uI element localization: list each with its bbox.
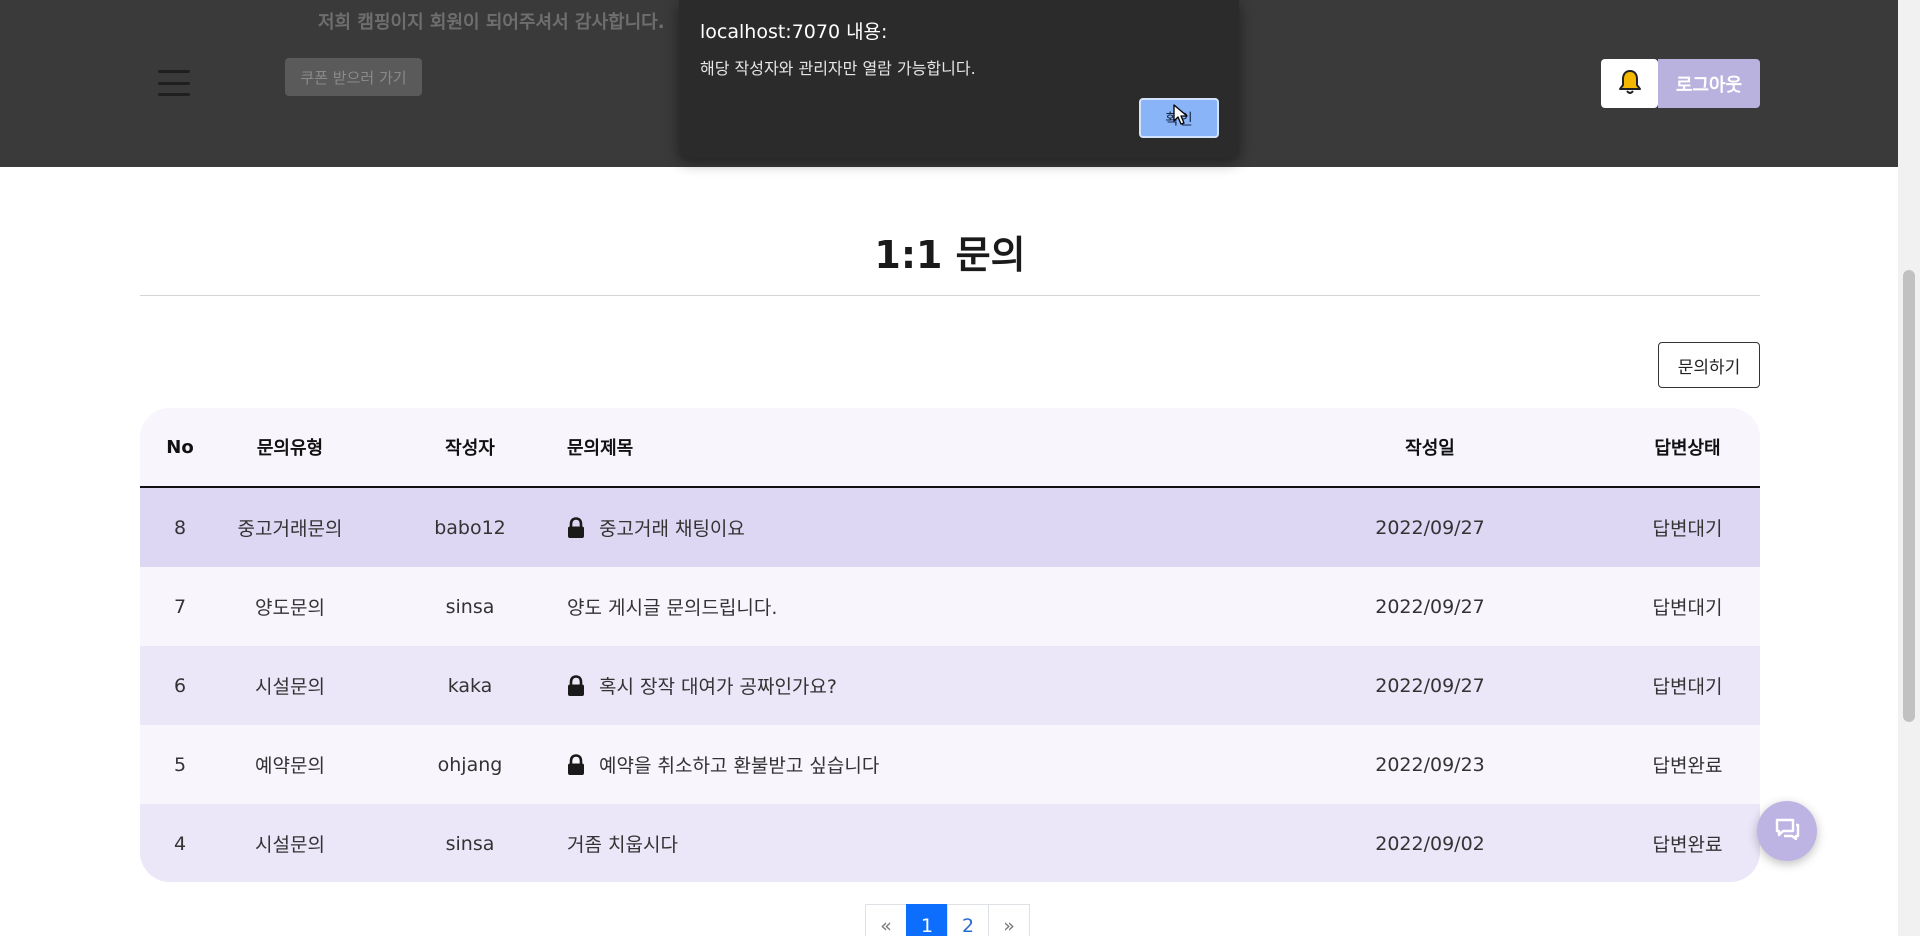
mouse-cursor-icon [1173, 104, 1188, 125]
header-type: 문의유형 [256, 438, 324, 459]
header-writer: 작성자 [445, 438, 495, 459]
table-row[interactable]: 4 시설문의 sinsa 거좀 치웁시다 2022/09/02 답변완료 [140, 804, 1760, 882]
pagination: « 1 2 » [865, 904, 1030, 936]
row-writer: kaka [447, 674, 493, 697]
notification-button[interactable] [1601, 59, 1658, 108]
logout-button[interactable]: 로그아웃 [1658, 59, 1760, 108]
table-row[interactable]: 7 양도문의 sinsa 양도 게시글 문의드립니다. 2022/09/27 답변대기 [140, 567, 1760, 646]
row-title-cell[interactable]: 예약을 취소하고 환불받고 싶습니다 [567, 725, 1267, 804]
alert-dialog: localhost:7070 내용: 해당 작성자와 관리자만 열람 가능합니다… [679, 0, 1239, 158]
row-title[interactable]: 거좀 치웁시다 [567, 830, 678, 857]
header-date: 작성일 [1405, 438, 1455, 459]
row-no: 6 [173, 674, 187, 697]
row-status: 답변대기 [1652, 676, 1723, 698]
row-writer: babo12 [434, 516, 506, 539]
row-writer: ohjang [437, 753, 503, 776]
row-title-cell[interactable]: 거좀 치웁시다 [567, 804, 1267, 882]
row-date: 2022/09/02 [1375, 832, 1485, 855]
row-title[interactable]: 혹시 장작 대여가 공짜인가요? [599, 672, 837, 699]
page-title: 1:1 문의 [874, 233, 1026, 277]
lock-icon [567, 753, 589, 776]
promo-text: 저희 캠핑이지 회원이 되어주셔서 감사합니다. [318, 12, 665, 33]
row-no: 5 [173, 753, 187, 776]
row-status: 답변대기 [1652, 518, 1723, 540]
chat-button[interactable] [1757, 801, 1817, 861]
scrollbar-thumb[interactable] [1903, 270, 1915, 722]
row-type: 시설문의 [255, 834, 325, 856]
title-divider [140, 295, 1760, 296]
row-no: 7 [173, 595, 187, 618]
pagination-page-2[interactable]: 2 [947, 904, 989, 936]
row-no: 8 [173, 516, 187, 539]
pagination-next[interactable]: » [988, 904, 1030, 936]
inquiry-table: No 문의유형 작성자 문의제목 작성일 답변상태 8 중고거래문의 babo12 중… [140, 408, 1760, 882]
row-title[interactable]: 예약을 취소하고 환불받고 싶습니다 [599, 751, 879, 778]
pagination-page-1[interactable]: 1 [906, 904, 948, 936]
header-no: No [166, 436, 194, 458]
row-type: 예약문의 [255, 755, 325, 777]
row-status: 답변대기 [1652, 597, 1723, 619]
pagination-prev[interactable]: « [865, 904, 907, 936]
row-title[interactable]: 중고거래 채팅이요 [599, 514, 745, 541]
hamburger-menu-icon[interactable] [158, 70, 190, 96]
row-type: 중고거래문의 [237, 518, 343, 540]
coupon-button[interactable]: 쿠폰 받으러 가기 [285, 58, 422, 96]
table-header: No 문의유형 작성자 문의제목 작성일 답변상태 [140, 408, 1760, 488]
write-inquiry-button[interactable]: 문의하기 [1658, 342, 1760, 388]
table-row[interactable]: 6 시설문의 kaka 혹시 장작 대여가 공짜인가요? 2022/09/27 답변대기 [140, 646, 1760, 725]
dialog-title: localhost:7070 내용: [700, 21, 888, 43]
lock-icon [567, 674, 589, 697]
header-title: 문의제목 [567, 438, 634, 459]
row-date: 2022/09/27 [1375, 516, 1485, 539]
dialog-message: 해당 작성자와 관리자만 열람 가능합니다. [700, 59, 976, 78]
row-type: 시설문의 [255, 676, 325, 698]
row-status: 답변완료 [1652, 755, 1723, 777]
row-title-cell[interactable]: 중고거래 채팅이요 [567, 488, 1267, 567]
row-date: 2022/09/27 [1375, 595, 1485, 618]
row-title-cell[interactable]: 양도 게시글 문의드립니다. [567, 567, 1267, 646]
row-writer: sinsa [445, 595, 495, 618]
row-no: 4 [173, 832, 187, 855]
chat-icon [1774, 816, 1800, 846]
lock-icon [567, 516, 589, 539]
row-date: 2022/09/23 [1375, 753, 1485, 776]
table-row[interactable]: 5 예약문의 ohjang 예약을 취소하고 환불받고 싶습니다 2022/09/23 답… [140, 725, 1760, 804]
row-date: 2022/09/27 [1375, 674, 1485, 697]
header-status: 답변상태 [1654, 438, 1721, 459]
row-writer: sinsa [445, 832, 495, 855]
row-status: 답변완료 [1652, 834, 1723, 856]
table-row[interactable]: 8 중고거래문의 babo12 중고거래 채팅이요 2022/09/27 답변대기 [140, 488, 1760, 567]
row-title-cell[interactable]: 혹시 장작 대여가 공짜인가요? [567, 646, 1267, 725]
bell-icon [1617, 68, 1643, 100]
row-type: 양도문의 [255, 597, 325, 619]
row-title[interactable]: 양도 게시글 문의드립니다. [567, 593, 777, 620]
